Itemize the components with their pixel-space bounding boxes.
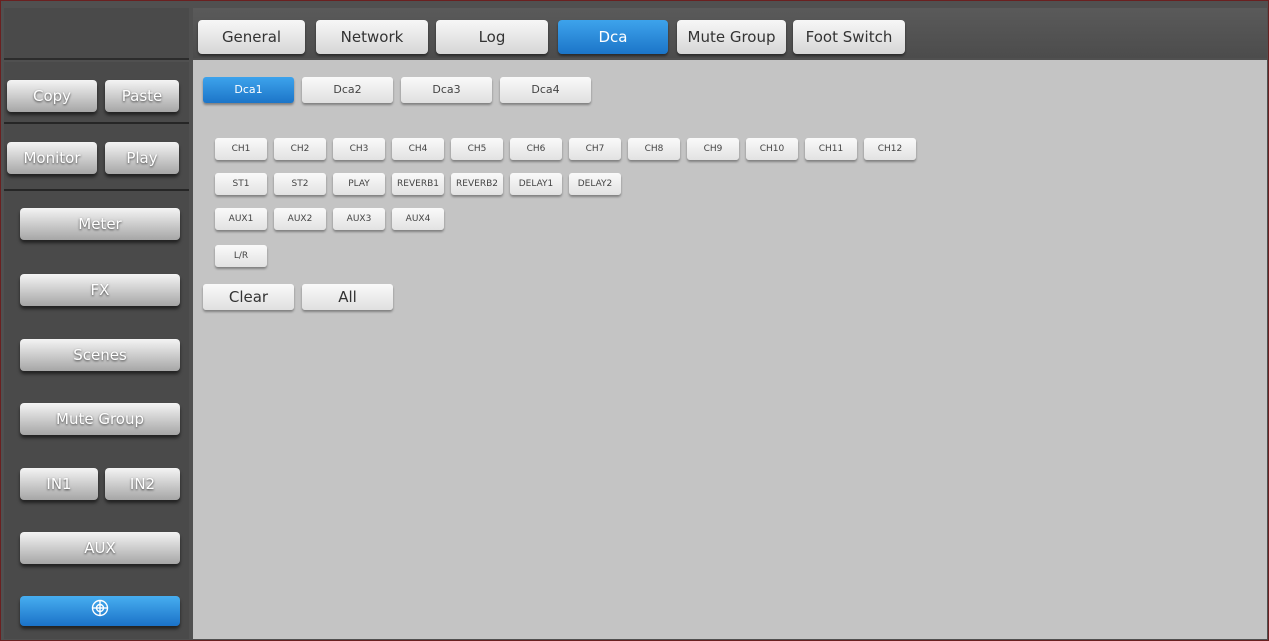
mute-group-button[interactable]: Mute Group (20, 403, 180, 435)
clear-button[interactable]: Clear (203, 284, 294, 310)
target-crosshair-icon (91, 597, 109, 627)
top-left-corner (4, 8, 189, 60)
channel-button[interactable]: REVERB1 (392, 173, 444, 195)
channel-button[interactable]: REVERB2 (451, 173, 503, 195)
channel-button[interactable]: L/R (215, 245, 267, 267)
channel-button[interactable]: CH6 (510, 138, 562, 160)
sidebar-divider (4, 122, 189, 124)
top-tab-bar: General Network Log Dca Mute Group Foot … (193, 8, 1267, 58)
channel-button[interactable]: CH2 (274, 138, 326, 160)
sidebar-divider (4, 189, 189, 191)
tab-log[interactable]: Log (436, 20, 548, 54)
dca4-tab[interactable]: Dca4 (500, 77, 591, 103)
dca2-tab[interactable]: Dca2 (302, 77, 393, 103)
aux-button[interactable]: AUX (20, 532, 180, 564)
channel-button[interactable]: CH12 (864, 138, 916, 160)
channel-button[interactable]: CH5 (451, 138, 503, 160)
channel-button[interactable]: ST2 (274, 173, 326, 195)
channel-button[interactable]: AUX3 (333, 208, 385, 230)
channel-button[interactable]: AUX1 (215, 208, 267, 230)
channel-button[interactable]: PLAY (333, 173, 385, 195)
in1-button[interactable]: IN1 (20, 468, 98, 500)
channel-button[interactable]: CH9 (687, 138, 739, 160)
play-button[interactable]: Play (105, 142, 179, 174)
meter-button[interactable]: Meter (20, 208, 180, 240)
channel-button[interactable]: DELAY2 (569, 173, 621, 195)
paste-button[interactable]: Paste (105, 80, 179, 112)
channel-button[interactable]: CH1 (215, 138, 267, 160)
tab-dca[interactable]: Dca (558, 20, 668, 54)
all-button[interactable]: All (302, 284, 393, 310)
channel-button[interactable]: AUX4 (392, 208, 444, 230)
channel-button[interactable]: CH11 (805, 138, 857, 160)
channel-button[interactable]: ST1 (215, 173, 267, 195)
channel-button[interactable]: DELAY1 (510, 173, 562, 195)
channel-button[interactable]: CH8 (628, 138, 680, 160)
fx-button[interactable]: FX (20, 274, 180, 306)
channel-button[interactable]: CH7 (569, 138, 621, 160)
copy-button[interactable]: Copy (7, 80, 97, 112)
tab-network[interactable]: Network (316, 20, 428, 54)
tab-mute-group[interactable]: Mute Group (677, 20, 786, 54)
tab-foot-switch[interactable]: Foot Switch (793, 20, 905, 54)
scenes-button[interactable]: Scenes (20, 339, 180, 371)
channel-button[interactable]: CH10 (746, 138, 798, 160)
bottom-target-button[interactable] (20, 596, 180, 626)
dca1-tab[interactable]: Dca1 (203, 77, 294, 103)
channel-button[interactable]: CH3 (333, 138, 385, 160)
channel-button[interactable]: CH4 (392, 138, 444, 160)
monitor-button[interactable]: Monitor (7, 142, 97, 174)
dca3-tab[interactable]: Dca3 (401, 77, 492, 103)
dca-panel: Dca1 Dca2 Dca3 Dca4 CH1 CH2 CH3 CH4 CH5 … (193, 60, 1267, 639)
in2-button[interactable]: IN2 (105, 468, 180, 500)
tab-general[interactable]: General (198, 20, 305, 54)
channel-button[interactable]: AUX2 (274, 208, 326, 230)
